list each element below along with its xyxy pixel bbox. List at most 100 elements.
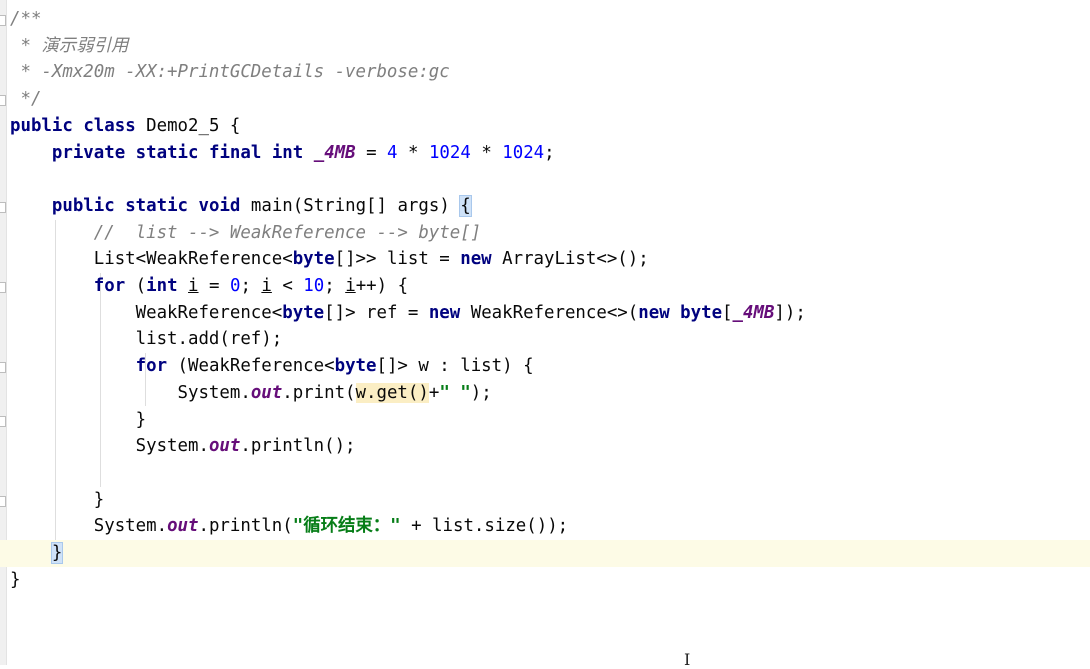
code-token: (WeakReference< — [167, 356, 335, 377]
code-line[interactable]: * 演示弱引用 — [0, 33, 1090, 60]
code-line[interactable]: System.out.print(w.get()+" "); — [0, 380, 1090, 407]
code-editor[interactable]: /** * 演示弱引用 * -Xmx20m -XX:+PrintGCDetail… — [0, 0, 1090, 665]
code-token: 10 — [303, 276, 325, 296]
code-line[interactable] — [0, 460, 1090, 487]
code-text: public class Demo2_5 { — [10, 113, 240, 140]
code-line[interactable]: * -Xmx20m -XX:+PrintGCDetails -verbose:g… — [0, 59, 1090, 86]
code-token: i — [261, 276, 272, 296]
code-token: []>> list = — [334, 249, 461, 270]
code-token: System. — [10, 436, 209, 457]
code-line[interactable]: // list --> WeakReference --> byte[] — [0, 220, 1090, 247]
code-text: private static final int _4MB = 4 * 1024… — [10, 140, 555, 167]
code-line[interactable]: public static void main(String[] args) { — [0, 193, 1090, 220]
code-token: } — [10, 569, 21, 590]
code-token: ); — [470, 382, 492, 403]
code-text: for (WeakReference<byte[]> w : list) { — [10, 353, 534, 380]
code-text: } — [10, 540, 64, 567]
code-token: void — [198, 195, 241, 216]
code-line[interactable]: /** — [0, 6, 1090, 33]
code-token: byte — [292, 249, 335, 270]
code-line[interactable]: System.out.println("循环结束：" + list.size()… — [0, 513, 1090, 540]
code-token: ; — [544, 142, 555, 163]
code-token: byte — [334, 356, 377, 377]
code-token: out — [208, 436, 241, 457]
code-token: /** — [10, 9, 42, 29]
code-token: [ — [722, 302, 733, 323]
code-line[interactable]: list.add(ref); — [0, 326, 1090, 353]
code-token: out — [250, 382, 283, 403]
code-token: .println(); — [240, 436, 356, 457]
code-token: i — [188, 276, 199, 296]
code-line[interactable]: WeakReference<byte[]> ref = new WeakRefe… — [0, 300, 1090, 327]
code-line[interactable]: } — [0, 567, 1090, 594]
code-line[interactable]: */ — [0, 86, 1090, 113]
code-token: .println( — [198, 516, 293, 537]
code-token: byte — [680, 302, 723, 323]
code-text: for (int i = 0; i < 10; i++) { — [10, 273, 408, 300]
code-token: int — [146, 276, 178, 296]
code-line[interactable]: } — [0, 487, 1090, 514]
code-token: } — [50, 542, 64, 564]
code-token: final — [208, 142, 262, 163]
code-token: class — [83, 115, 136, 136]
code-line[interactable]: for (int i = 0; i < 10; i++) { — [0, 273, 1090, 300]
code-token: for — [135, 356, 168, 377]
code-text: * 演示弱引用 — [10, 33, 128, 60]
code-text: } — [10, 407, 147, 434]
code-line[interactable] — [0, 166, 1090, 193]
code-token: []> w : list) { — [376, 356, 534, 377]
code-text: public static void main(String[] args) { — [10, 193, 472, 220]
code-line[interactable]: List<WeakReference<byte[]>> list = new A… — [0, 246, 1090, 273]
code-line[interactable]: private static final int _4MB = 4 * 1024… — [0, 140, 1090, 167]
code-token: WeakReference<>( — [460, 302, 639, 323]
code-line[interactable]: } — [0, 407, 1090, 434]
code-line[interactable]: for (WeakReference<byte[]> w : list) { — [0, 353, 1090, 380]
code-token: = — [198, 276, 230, 296]
code-token: for — [93, 276, 126, 296]
code-text: } — [10, 487, 104, 514]
code-token: System. — [10, 516, 168, 537]
code-token: private — [51, 142, 126, 163]
code-token: static — [135, 142, 199, 163]
code-token: */ — [10, 89, 42, 110]
code-token: static — [125, 195, 189, 216]
code-line[interactable]: } — [0, 540, 1090, 567]
code-token: list.add(ref); — [10, 329, 283, 350]
code-token: new — [638, 302, 670, 323]
code-token: w.get() — [355, 382, 429, 403]
code-token: * -Xmx20m -XX:+PrintGCDetails -verbose:g… — [10, 62, 450, 83]
code-token: ( — [125, 276, 147, 296]
code-token: } — [10, 489, 105, 510]
text-cursor-icon: I — [684, 650, 691, 669]
code-token: Demo2_5 { — [135, 115, 241, 136]
code-token: public — [51, 195, 115, 216]
code-token: 4 — [387, 142, 398, 163]
code-token: ArrayList<>(); — [491, 249, 649, 270]
code-token: new — [460, 249, 492, 270]
code-token: out — [167, 516, 199, 537]
code-line[interactable]: public class Demo2_5 { — [0, 113, 1090, 140]
code-token: ]); — [774, 302, 806, 323]
code-text: list.add(ref); — [10, 326, 283, 353]
code-token: i — [345, 276, 356, 296]
code-token: new — [428, 302, 461, 323]
code-token: } — [10, 409, 147, 430]
code-token: ++) { — [355, 276, 409, 296]
code-token: // list --> WeakReference --> byte[] — [93, 222, 482, 243]
code-line[interactable]: System.out.println(); — [0, 433, 1090, 460]
code-token: < — [271, 276, 304, 296]
code-token: + list.size()); — [400, 516, 569, 537]
code-text: * -Xmx20m -XX:+PrintGCDetails -verbose:g… — [10, 59, 450, 86]
